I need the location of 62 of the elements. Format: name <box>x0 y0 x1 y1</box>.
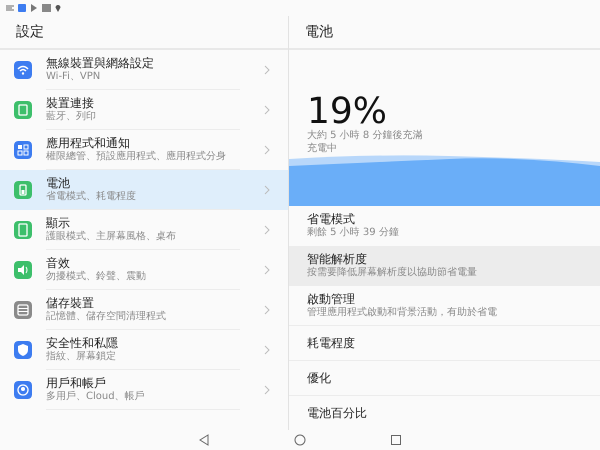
settings-title: 設定 <box>0 16 288 50</box>
image-icon <box>42 4 51 12</box>
chevron-icon <box>264 65 270 75</box>
item-title: 電池 <box>46 176 71 190</box>
item-title: 用戶和帳戶 <box>46 376 107 390</box>
chevron-icon <box>264 105 270 115</box>
back-icon[interactable] <box>198 434 210 446</box>
settings-item[interactable]: 電池 省電模式、耗電程度 <box>0 170 288 210</box>
item-subtitle: 護眼模式、主屏幕風格、桌布 <box>46 230 177 244</box>
battery-option[interactable]: 啟動管理 管理應用程式啟動和背景活動，有助於省電 <box>289 286 600 326</box>
option-subtitle: 管理應用程式啟動和背景活動，有助於省電 <box>307 306 498 320</box>
battery-option[interactable]: 省電模式 剩餘 5 小時 39 分鐘 <box>289 206 600 246</box>
chevron-icon <box>264 185 270 195</box>
settings-item[interactable]: 裝置連接 藍牙、列印 <box>0 90 288 130</box>
chevron-icon <box>264 345 270 355</box>
option-title: 省電模式 <box>307 212 356 226</box>
item-title: 音效 <box>46 256 71 270</box>
battery-option[interactable]: 電池百分比 <box>289 396 600 430</box>
settings-item[interactable]: 用戶和帳戶 多用戶、Cloud、帳戶 <box>0 370 288 410</box>
settings-item[interactable]: 安全性和私隱 指紋、屏幕鎖定 <box>0 330 288 370</box>
item-subtitle: 記憶體、儲存空間清理程式 <box>46 310 167 324</box>
home-icon[interactable] <box>294 434 306 446</box>
option-subtitle: 剩餘 5 小時 39 分鐘 <box>307 227 400 240</box>
option-title: 啟動管理 <box>307 292 356 306</box>
chevron-icon <box>264 385 270 395</box>
play-icon <box>30 4 38 12</box>
settings-item[interactable]: 音效 勿擾模式、鈴聲、震動 <box>0 250 288 290</box>
option-title: 耗電程度 <box>307 336 356 350</box>
item-title: 顯示 <box>46 216 71 230</box>
settings-item[interactable]: 顯示 護眼模式、主屏幕風格、桌布 <box>0 210 288 250</box>
option-title: 優化 <box>307 370 332 386</box>
battery-percentage: 19% <box>307 94 388 130</box>
settings-item[interactable]: 無線裝置與網絡設定 Wi-Fi、VPN <box>0 50 288 90</box>
item-title: 無線裝置與網絡設定 <box>46 56 155 71</box>
battery-option[interactable]: 耗電程度 <box>289 326 600 361</box>
app-icon <box>18 4 26 12</box>
item-subtitle: Wi-Fi、VPN <box>46 70 102 84</box>
battery-option[interactable]: 智能解析度 按需要降低屏幕解析度以協助節省電量 <box>289 246 600 286</box>
item-subtitle: 指紋、屏幕鎖定 <box>46 350 117 364</box>
location-icon <box>55 4 61 12</box>
option-title: 智能解析度 <box>307 252 368 266</box>
battery-option[interactable]: 優化 <box>289 361 600 396</box>
item-title: 安全性和私隱 <box>46 336 119 350</box>
option-subtitle: 按需要降低屏幕解析度以協助節省電量 <box>307 267 478 280</box>
charging-status: 充電中 <box>307 142 338 155</box>
settings-item[interactable]: 儲存裝置 記憶體、儲存空間清理程式 <box>0 290 288 330</box>
item-title: 儲存裝置 <box>46 296 95 310</box>
charge-estimate: 大約 5 小時 8 分鐘後充滿 <box>307 130 424 142</box>
item-subtitle: 勿擾模式、鈴聲、震動 <box>46 270 147 284</box>
chevron-icon <box>264 145 270 155</box>
item-title: 應用程式和通知 <box>46 136 131 150</box>
recents-icon[interactable] <box>390 434 402 446</box>
chevron-icon <box>264 225 270 235</box>
battery-title: 電池 <box>289 16 600 50</box>
item-title: 裝置連接 <box>46 96 95 110</box>
chevron-icon <box>264 305 270 315</box>
item-subtitle: 省電模式、耗電程度 <box>46 190 137 204</box>
option-title: 電池百分比 <box>307 406 368 420</box>
item-subtitle: 多用戶、Cloud、帳戶 <box>46 390 146 404</box>
item-subtitle: 藍牙、列印 <box>46 110 97 124</box>
item-subtitle: 權限總管、預設應用程式、應用程式分身 <box>46 150 227 164</box>
chevron-icon <box>264 265 270 275</box>
